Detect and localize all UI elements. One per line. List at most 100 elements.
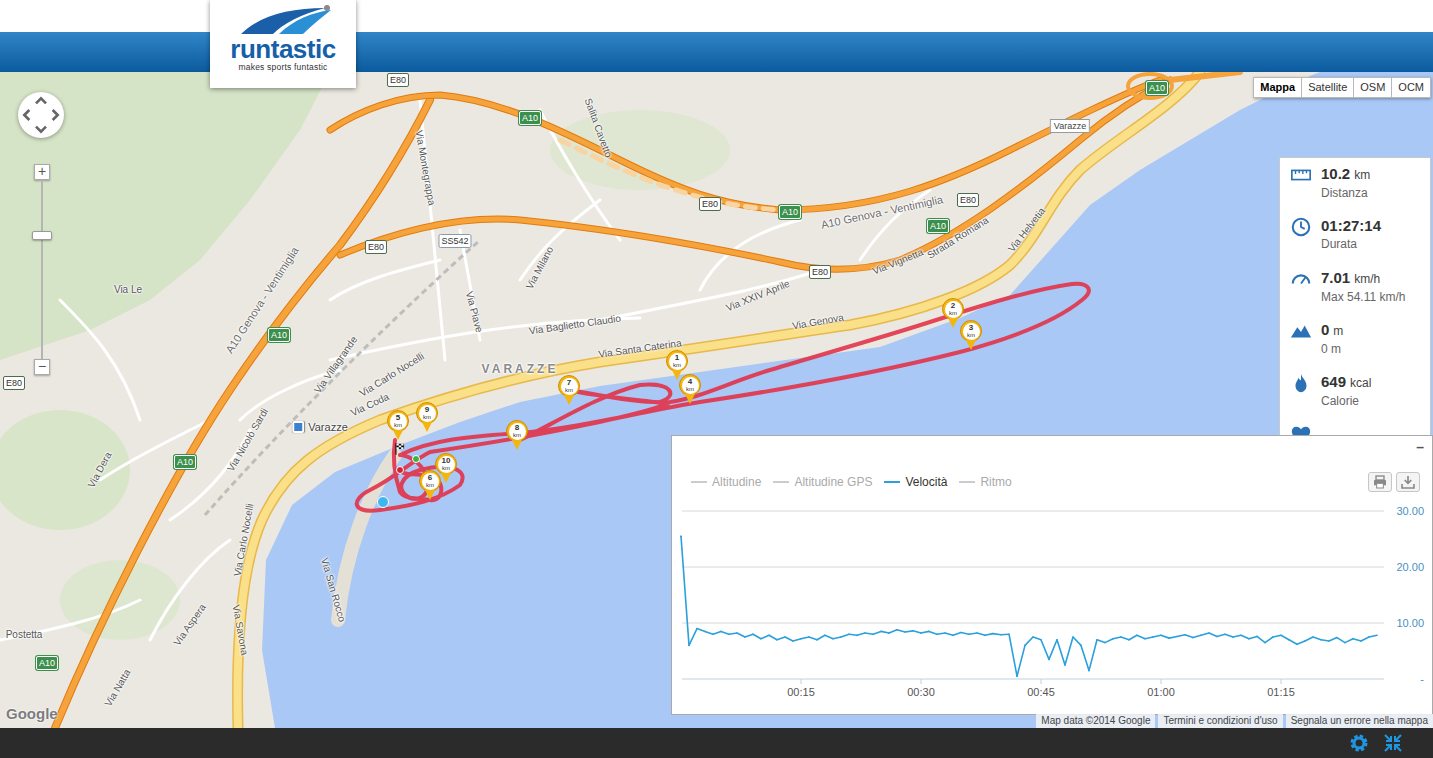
speed-line-segment — [753, 634, 761, 638]
marker-head: 5km — [387, 410, 409, 432]
map-type-button[interactable]: Mappa — [1253, 77, 1302, 98]
speed-line-segment — [873, 631, 881, 634]
marker-number: 2 — [951, 302, 955, 310]
stat-value: 0 — [1321, 321, 1329, 338]
marker-tail — [441, 473, 451, 483]
speed-line-segment — [1297, 641, 1305, 644]
speed-line-segment — [1281, 635, 1289, 639]
marker-number: 8 — [515, 424, 519, 432]
speed-line-segment — [1225, 634, 1233, 637]
speed-line-segment — [1345, 639, 1353, 643]
collapse-icon[interactable] — [1383, 733, 1403, 753]
grid-line — [682, 567, 1384, 568]
km-marker[interactable]: 9km — [416, 402, 438, 432]
marker-number: 5 — [396, 414, 400, 422]
speed-line-segment — [897, 630, 905, 632]
speed-line-segment — [761, 635, 769, 638]
zoom-in-button[interactable]: + — [34, 164, 50, 180]
grid-line — [682, 511, 1384, 512]
speed-line-segment — [785, 637, 793, 641]
chart-panel: –AltitudineAltitudine GPSVelocitàRitmo30… — [671, 435, 1433, 715]
speed-line-segment — [1193, 635, 1201, 637]
map[interactable]: Via MontegrappaVia PiaveVia MilanoVia Ba… — [0, 72, 1433, 728]
pan-control[interactable] — [18, 92, 64, 138]
stat-text: 649kcalCalorie — [1321, 372, 1371, 424]
marker-tail — [564, 395, 574, 405]
runtastic-logo[interactable]: runtasticmakes sports funtastic — [210, 0, 356, 88]
km-marker[interactable]: 10km — [435, 453, 457, 483]
stat-row: 649kcalCalorie — [1290, 372, 1430, 424]
attribution-link[interactable]: Segnala un errore nella mappa — [1286, 714, 1433, 728]
zoom-slider-thumb[interactable] — [32, 231, 52, 240]
map-type-button[interactable]: OCM — [1391, 77, 1431, 98]
km-marker[interactable]: 8km — [506, 420, 528, 450]
marker-number: 4 — [688, 378, 692, 386]
map-label: Postetta — [6, 629, 43, 641]
road-shield: A10 — [519, 111, 541, 125]
speed-line-segment — [1105, 639, 1113, 643]
start-point[interactable] — [412, 455, 420, 463]
speed-point — [680, 535, 682, 537]
x-tick-label: 00:45 — [1027, 686, 1055, 698]
marker-label: 2km — [945, 301, 962, 318]
stat-unit: m — [1333, 324, 1343, 338]
google-logo[interactable]: Google — [6, 703, 58, 726]
speed-line-segment — [1265, 637, 1273, 643]
y-tick-label: 10.00 — [1396, 617, 1424, 629]
minimize-button[interactable]: – — [1416, 437, 1424, 457]
km-marker[interactable]: 2km — [942, 298, 964, 328]
x-tick-label: 01:15 — [1267, 686, 1295, 698]
km-marker[interactable]: 7km — [558, 375, 580, 405]
map-type-button[interactable]: Satellite — [1301, 77, 1354, 98]
speed-line-segment — [1185, 635, 1193, 638]
speed-line-segment — [1145, 637, 1153, 639]
speed-line-segment — [1209, 633, 1217, 636]
km-marker[interactable]: 5km — [387, 410, 409, 440]
x-tick-label: 00:30 — [907, 686, 935, 698]
stat-value-line: 10.2km — [1321, 164, 1370, 185]
stat-text: 7.01km/hMax 54.11 km/h — [1321, 268, 1405, 320]
speed-line-segment — [825, 635, 833, 638]
km-marker[interactable]: 3km — [960, 320, 982, 350]
zoom-slider[interactable] — [34, 180, 50, 359]
map-attribution: Map data ©2014 GoogleTermini e condizion… — [1036, 714, 1433, 728]
zoom-out-button[interactable]: − — [34, 359, 50, 375]
speed-line-segment — [1201, 633, 1209, 635]
speed-line-segment — [809, 637, 817, 640]
speed-line-segment — [681, 536, 689, 645]
legend-item[interactable]: Velocità — [884, 473, 947, 491]
speed-line-segment — [1065, 637, 1073, 665]
print-button[interactable] — [1368, 472, 1392, 492]
km-marker[interactable]: 4km — [679, 374, 701, 404]
x-tick — [801, 679, 802, 684]
speed-line-segment — [833, 637, 841, 639]
map-type-button[interactable]: OSM — [1353, 77, 1392, 98]
legend-item[interactable]: Altitudine — [691, 473, 761, 491]
map-label: VARAZZE — [482, 363, 559, 375]
download-button[interactable] — [1396, 472, 1420, 492]
marker-tail — [393, 430, 403, 440]
marker-head: 6km — [419, 470, 441, 492]
stat-text: 0m0 m — [1321, 320, 1343, 372]
speed-line-segment — [1113, 637, 1121, 639]
marker-unit: km — [442, 465, 450, 471]
legend-item[interactable]: Ritmo — [959, 473, 1011, 491]
marker-number: 9 — [425, 406, 429, 414]
print-icon — [1372, 474, 1388, 490]
km-marker[interactable]: 6km — [419, 470, 441, 500]
legend-label: Altitudine — [712, 473, 761, 491]
gear-icon[interactable] — [1349, 733, 1369, 753]
current-position[interactable] — [377, 496, 389, 508]
speed-line-segment — [961, 633, 969, 635]
speed-line-segment — [953, 633, 961, 636]
marker-tail — [512, 440, 522, 450]
road-shield: E80 — [365, 240, 387, 254]
speed-line-segment — [1017, 645, 1025, 676]
marker-label: 3km — [963, 323, 980, 340]
stat-unit: kcal — [1350, 376, 1371, 390]
attribution-link[interactable]: Termini e condizioni d'uso — [1158, 714, 1282, 728]
marker-label: 4km — [682, 377, 699, 394]
stat-label: Durata — [1321, 236, 1381, 252]
legend-item[interactable]: Altitudine GPS — [773, 473, 872, 491]
end-point[interactable] — [396, 466, 404, 474]
